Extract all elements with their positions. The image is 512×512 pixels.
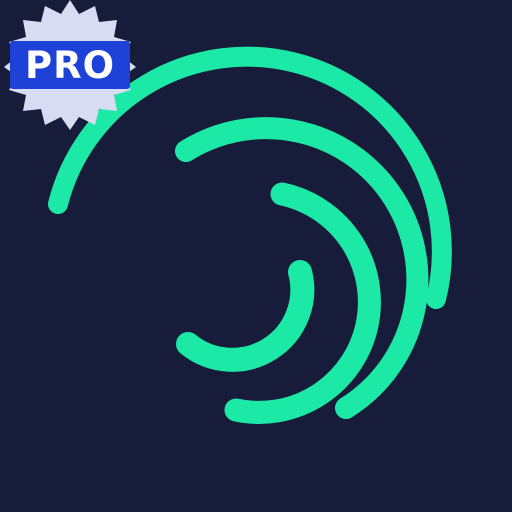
- badge-label: PRO: [24, 44, 116, 87]
- pro-badge: PRO: [0, 0, 140, 130]
- app-icon: PRO: [0, 0, 512, 512]
- inner-arc: [176, 260, 315, 372]
